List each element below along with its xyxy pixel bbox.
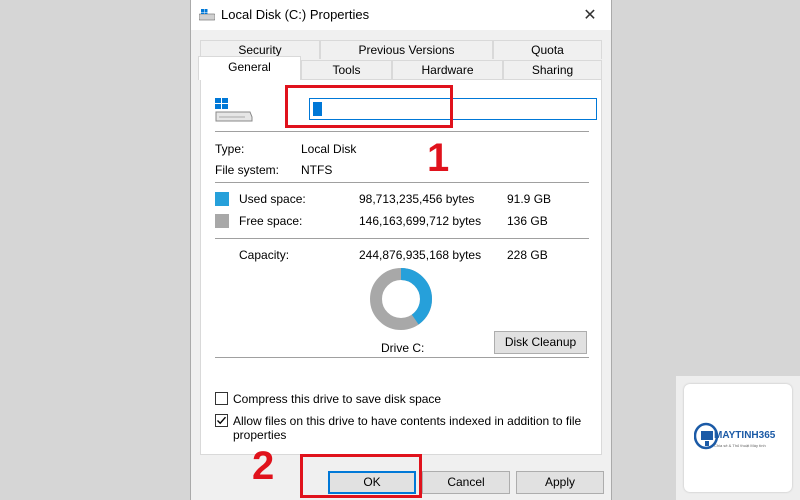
watermark-card: MAYTINH365 Chia sẻ & Thủ thuật Máy tính	[676, 376, 800, 500]
free-space-label: Free space:	[239, 214, 303, 228]
checkmark-icon	[217, 416, 227, 425]
separator	[215, 238, 589, 239]
cancel-button[interactable]: Cancel	[422, 471, 510, 494]
tab-hardware[interactable]: Hardware	[392, 60, 503, 79]
tab-general[interactable]: General	[198, 56, 301, 80]
annotation-box-1	[285, 85, 453, 128]
free-space-bytes: 146,163,699,712 bytes	[359, 214, 482, 228]
drive-icon	[198, 9, 216, 24]
separator	[215, 357, 589, 358]
watermark-tagline: Chia sẻ & Thủ thuật Máy tính	[714, 443, 766, 448]
type-label: Type:	[215, 142, 245, 156]
capacity-size: 228 GB	[507, 248, 548, 262]
file-system-label: File system:	[215, 163, 280, 177]
capacity-label: Capacity:	[239, 248, 290, 262]
properties-dialog: Local Disk (C:) Properties ✕ Security Pr…	[190, 0, 612, 500]
button-label: Cancel	[447, 475, 485, 489]
tab-label: Previous Versions	[358, 43, 455, 57]
tab-tools[interactable]: Tools	[301, 60, 392, 79]
used-space-size: 91.9 GB	[507, 192, 552, 206]
index-label-line2: properties	[233, 428, 287, 442]
tab-label: Security	[238, 43, 282, 57]
tab-label: Sharing	[531, 63, 574, 77]
compress-label: Compress this drive to save disk space	[233, 392, 442, 406]
close-icon: ✕	[583, 7, 597, 24]
annotation-step-1: 1	[427, 136, 450, 180]
window-title: Local Disk (C:) Properties	[221, 7, 370, 22]
annotation-box-2	[300, 454, 422, 498]
separator	[215, 182, 589, 183]
drive-label: Drive C:	[381, 341, 425, 355]
tab-quota[interactable]: Quota	[493, 40, 602, 59]
general-panel: Type: Local Disk File system: NTFS Used …	[200, 79, 602, 455]
drive-icon	[215, 98, 253, 125]
title-bar[interactable]: Local Disk (C:) Properties ✕	[191, 0, 611, 30]
index-checkbox[interactable]	[215, 414, 228, 427]
free-space-size: 136 GB	[507, 214, 548, 228]
tab-label: Hardware	[421, 63, 474, 77]
watermark-brand: MAYTINH365	[714, 430, 776, 441]
index-label-line1: Allow files on this drive to have conten…	[233, 414, 582, 428]
tab-label: Tools	[332, 63, 361, 77]
disk-cleanup-button[interactable]: Disk Cleanup	[494, 331, 587, 354]
capacity-bytes: 244,876,935,168 bytes	[359, 248, 482, 262]
tab-previous-versions[interactable]: Previous Versions	[320, 40, 493, 59]
used-space-bytes: 98,713,235,456 bytes	[359, 192, 475, 206]
type-value: Local Disk	[301, 142, 357, 156]
tab-sharing[interactable]: Sharing	[503, 60, 602, 79]
button-label: Apply	[544, 475, 576, 489]
tab-label: General	[228, 60, 271, 74]
compress-checkbox[interactable]	[215, 392, 228, 405]
close-button[interactable]: ✕	[569, 0, 611, 30]
button-label: Disk Cleanup	[504, 335, 577, 349]
free-space-swatch	[215, 214, 229, 228]
watermark-logo: MAYTINH365 Chia sẻ & Thủ thuật Máy tính	[684, 384, 792, 492]
used-space-swatch	[215, 192, 229, 206]
separator	[215, 131, 589, 132]
apply-button[interactable]: Apply	[516, 471, 604, 494]
disk-usage-donut	[370, 268, 432, 330]
annotation-step-2: 2	[252, 444, 275, 488]
used-space-label: Used space:	[239, 192, 306, 206]
file-system-value: NTFS	[301, 163, 333, 177]
tab-label: Quota	[531, 43, 564, 57]
